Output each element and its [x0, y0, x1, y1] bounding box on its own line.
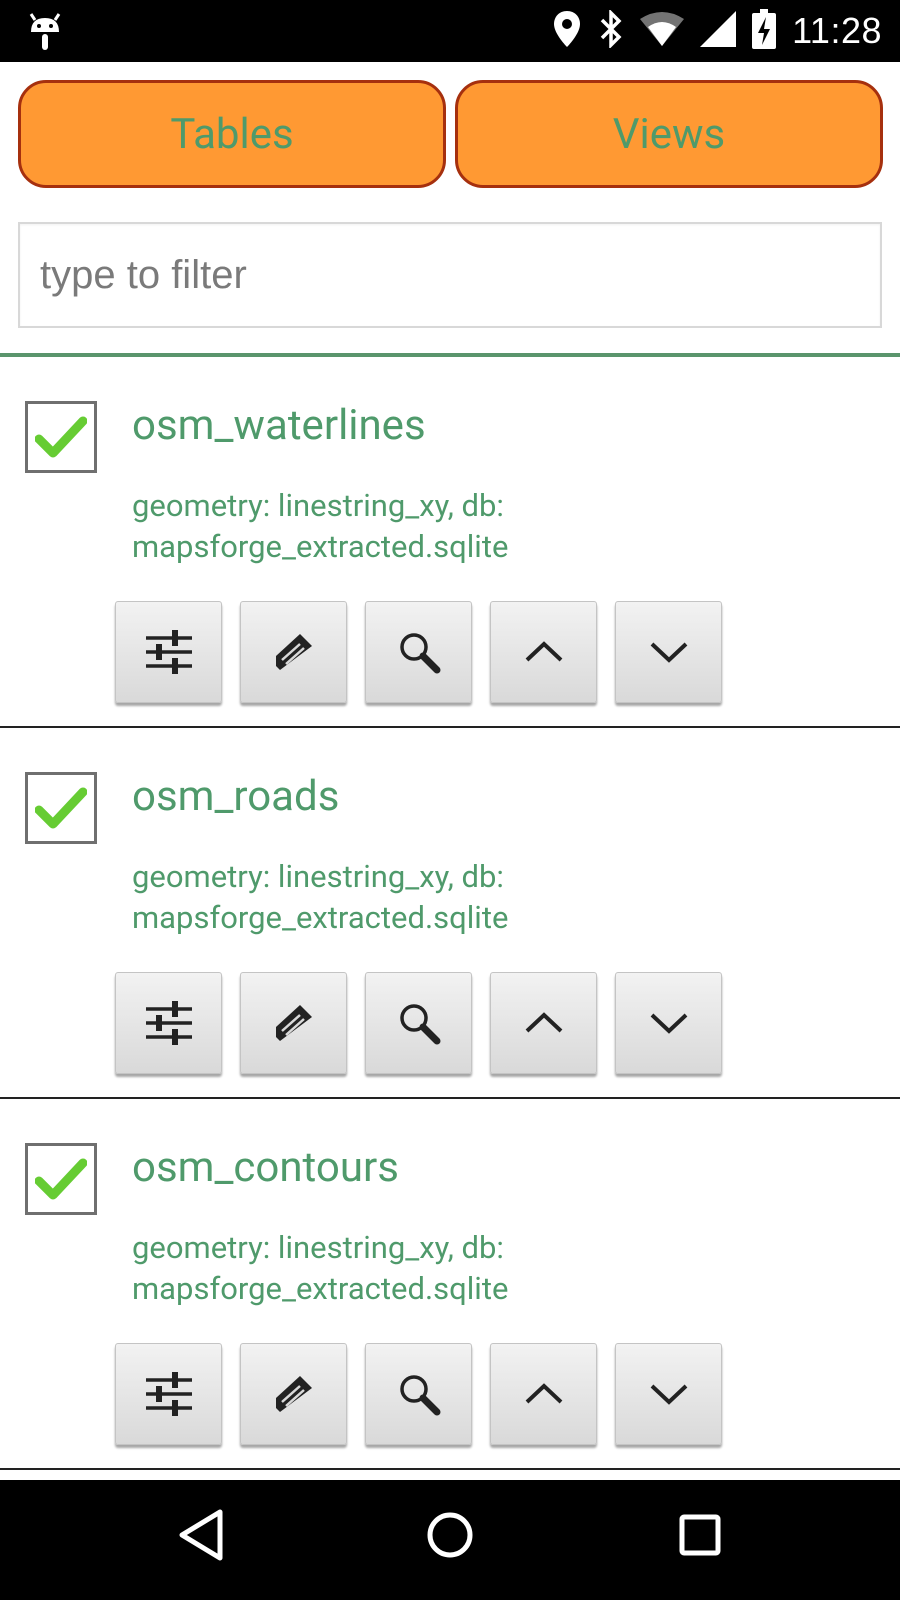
layer-description: geometry: linestring_xy, db: mapsforge_e… [132, 1229, 509, 1307]
search-icon [399, 633, 440, 674]
layer-name[interactable]: osm_contours [132, 1143, 399, 1192]
wifi-icon [640, 11, 685, 51]
back-icon[interactable] [178, 1508, 224, 1566]
home-icon[interactable] [426, 1508, 474, 1566]
properties-button[interactable] [115, 1343, 222, 1445]
layer-name[interactable]: osm_waterlines [132, 401, 426, 450]
list-item: osm_roads geometry: linestring_xy, db: m… [0, 728, 900, 1099]
tables-button[interactable]: Tables [18, 80, 446, 188]
move-down-button[interactable] [615, 972, 722, 1074]
status-icons: 11:28 [552, 0, 882, 62]
chevron-down-icon [650, 642, 687, 663]
move-up-button[interactable] [490, 972, 597, 1074]
sliders-icon [145, 1372, 192, 1416]
layer-list: osm_waterlines geometry: linestring_xy, … [0, 357, 900, 1470]
pencil-icon [275, 634, 312, 670]
search-icon [399, 1004, 440, 1045]
edit-button[interactable] [240, 972, 347, 1074]
search-icon [399, 1375, 440, 1416]
properties-button[interactable] [115, 972, 222, 1074]
move-up-button[interactable] [490, 1343, 597, 1445]
cellular-signal-icon [700, 11, 737, 51]
views-button[interactable]: Views [455, 80, 883, 188]
chevron-up-icon [525, 641, 562, 662]
chevron-up-icon [525, 1012, 562, 1033]
pencil-icon [275, 1376, 312, 1412]
check-icon [35, 787, 87, 829]
layer-actions [115, 972, 722, 1074]
sliders-icon [145, 1001, 192, 1045]
filter-input[interactable] [18, 222, 882, 328]
move-down-button[interactable] [615, 1343, 722, 1445]
list-item: osm_waterlines geometry: linestring_xy, … [0, 357, 900, 728]
layer-actions [115, 601, 722, 703]
android-debug-icon [28, 10, 62, 56]
visibility-checkbox[interactable] [25, 401, 97, 473]
layer-description: geometry: linestring_xy, db: mapsforge_e… [132, 858, 509, 936]
battery-charging-icon [752, 9, 777, 53]
chevron-down-icon [650, 1384, 687, 1405]
status-bar: 11:28 [0, 0, 900, 62]
layer-name[interactable]: osm_roads [132, 772, 339, 821]
zoom-button[interactable] [365, 1343, 472, 1445]
edit-button[interactable] [240, 1343, 347, 1445]
check-icon [35, 416, 87, 458]
properties-button[interactable] [115, 601, 222, 703]
pencil-icon [275, 1005, 312, 1041]
layer-description: geometry: linestring_xy, db: mapsforge_e… [132, 487, 509, 565]
sliders-icon [145, 630, 192, 674]
zoom-button[interactable] [365, 972, 472, 1074]
zoom-button[interactable] [365, 601, 472, 703]
bluetooth-icon [598, 8, 624, 52]
move-up-button[interactable] [490, 601, 597, 703]
list-item: osm_contours geometry: linestring_xy, db… [0, 1099, 900, 1470]
location-pin-icon [552, 10, 582, 52]
navigation-bar [0, 1480, 900, 1600]
edit-button[interactable] [240, 601, 347, 703]
move-down-button[interactable] [615, 601, 722, 703]
visibility-checkbox[interactable] [25, 772, 97, 844]
chevron-up-icon [525, 1383, 562, 1404]
visibility-checkbox[interactable] [25, 1143, 97, 1215]
recents-icon[interactable] [678, 1508, 722, 1566]
layer-actions [115, 1343, 722, 1445]
chevron-down-icon [650, 1013, 687, 1034]
check-icon [35, 1158, 87, 1200]
clock-time: 11:28 [792, 10, 882, 51]
